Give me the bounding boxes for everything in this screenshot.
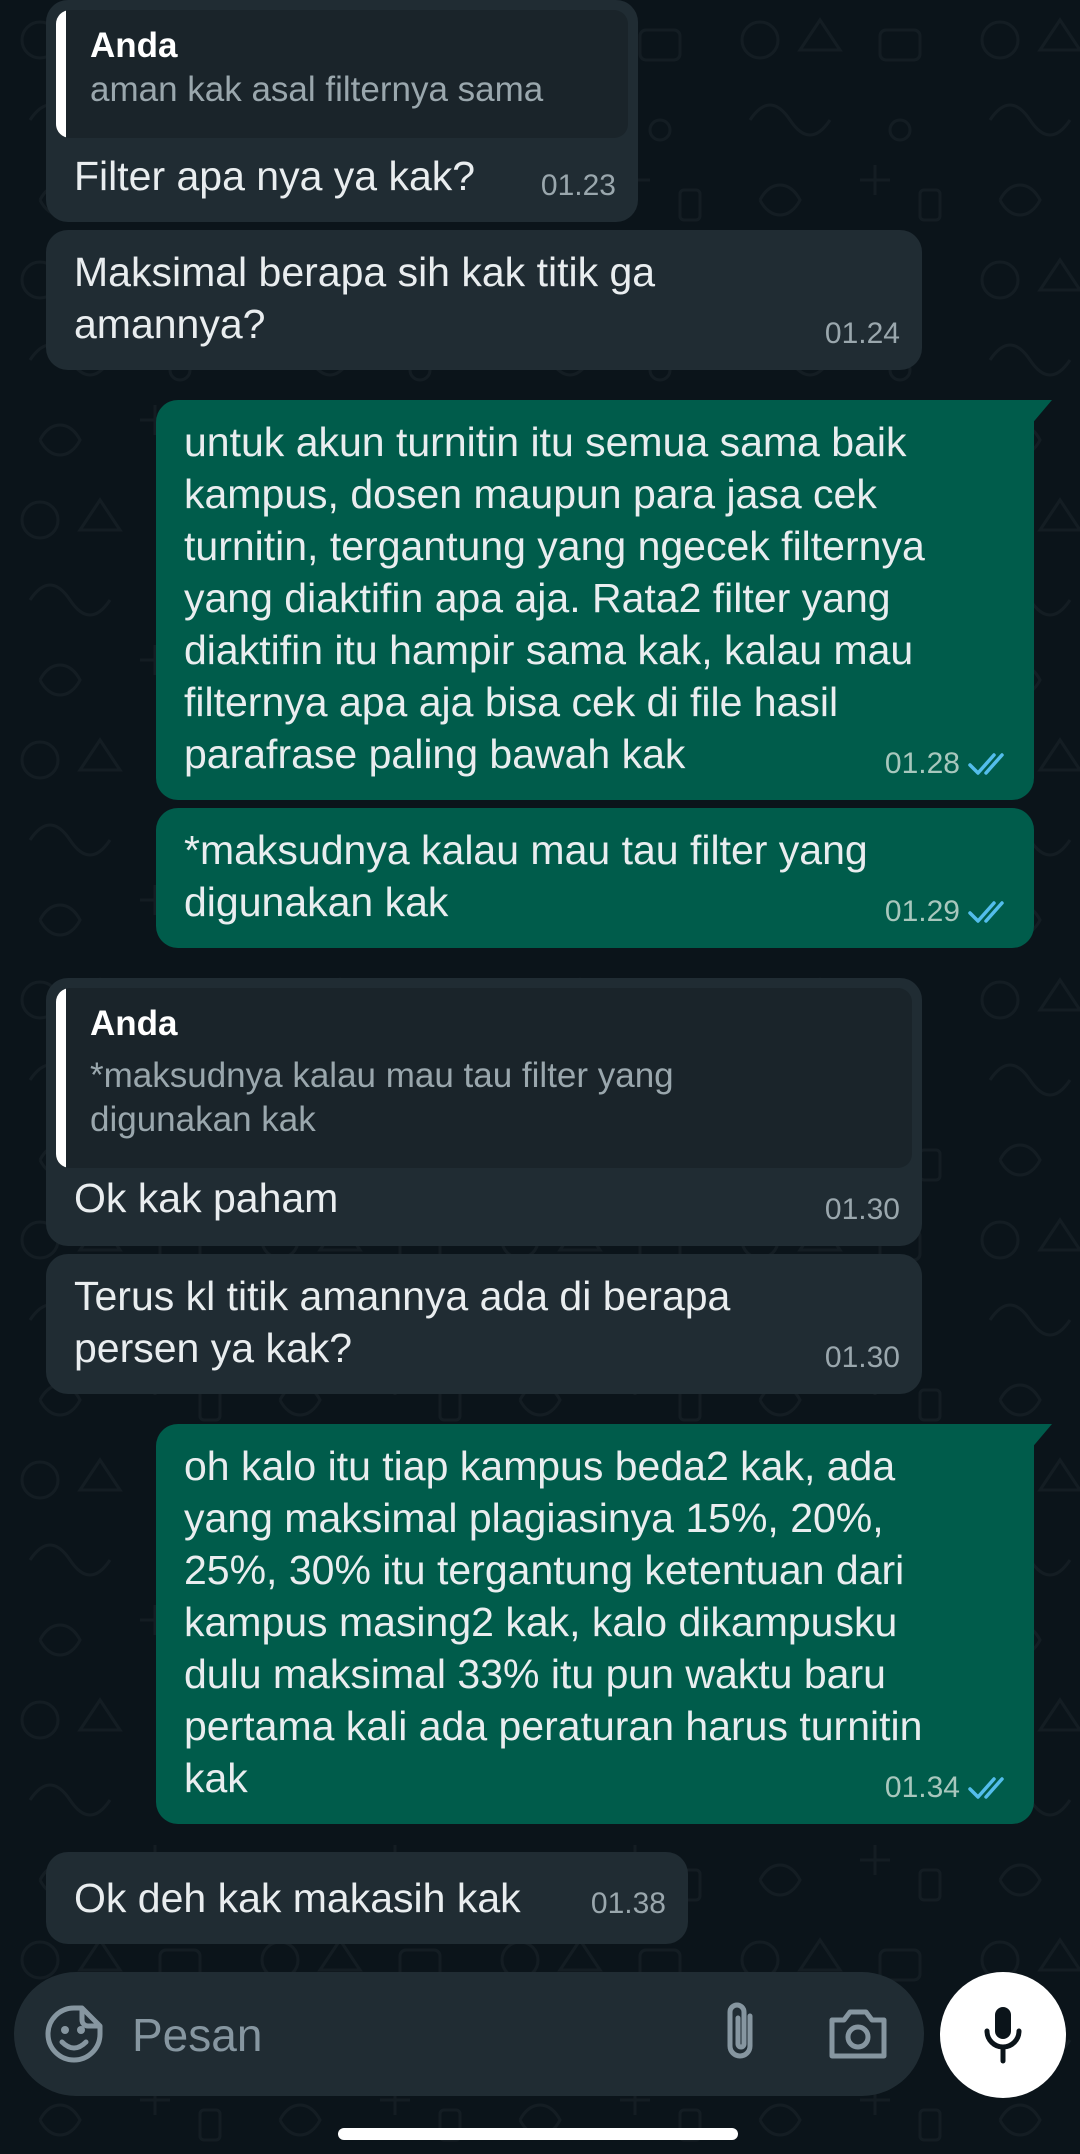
message-meta: 01.34 — [885, 1762, 1012, 1814]
voice-message-button[interactable] — [940, 1972, 1066, 2098]
message-bubble-incoming[interactable]: Terus kl titik amannya ada di berapa per… — [46, 1254, 922, 1394]
message-time: 01.38 — [590, 1887, 666, 1920]
double-check-icon — [968, 753, 1004, 775]
message-meta: 01.38 — [591, 1878, 666, 1930]
message-time: 01.23 — [540, 169, 616, 202]
message-meta: 01.28 — [885, 738, 1012, 790]
emoji-sticker-icon[interactable] — [44, 2004, 104, 2064]
message-time: 01.24 — [824, 317, 900, 350]
quote-text: aman kak asal filternya sama — [90, 70, 544, 109]
message-text: oh kalo itu tiap kampus beda2 kak, ada y… — [184, 1443, 923, 1801]
message-time: 01.30 — [824, 1341, 900, 1374]
bubble-tail — [1030, 400, 1052, 426]
message-bubble-outgoing[interactable]: oh kalo itu tiap kampus beda2 kak, ada y… — [156, 1424, 1052, 1824]
message-meta: 01.23 — [541, 160, 616, 212]
message-text: untuk akun turnitin itu semua sama baik … — [184, 419, 925, 777]
camera-icon[interactable] — [826, 2006, 890, 2062]
message-bubble-outgoing[interactable]: *maksudnya kalau mau tau filter yang dig… — [156, 808, 1034, 948]
conversation[interactable]: Anda aman kak asal filternya sama Filter… — [0, 0, 1080, 1960]
message-input[interactable]: Pesan — [132, 2008, 262, 2062]
message-bubble-outgoing[interactable]: untuk akun turnitin itu semua sama baik … — [156, 400, 1052, 800]
quote-text: *maksudnya kalau mau tau filter yang dig… — [90, 1056, 674, 1139]
attach-icon[interactable] — [720, 2000, 760, 2064]
double-check-icon — [968, 1777, 1004, 1799]
bubble-tail — [1030, 1424, 1052, 1450]
message-meta: 01.30 — [825, 1184, 900, 1236]
message-meta: 01.30 — [825, 1332, 900, 1384]
message-time: 01.34 — [884, 1771, 960, 1804]
message-composer[interactable]: Pesan — [14, 1972, 924, 2096]
gesture-navigation-bar[interactable] — [338, 2128, 738, 2140]
quote-author: Anda — [90, 1004, 178, 1043]
message-meta: 01.24 — [825, 308, 900, 360]
quote-author: Anda — [90, 26, 178, 65]
message-bubble-incoming[interactable]: Maksimal berapa sih kak titik ga amannya… — [46, 230, 922, 370]
message-time: 01.29 — [884, 895, 960, 928]
message-text: Terus kl titik amannya ada di berapa per… — [74, 1273, 731, 1371]
message-text: Ok kak paham — [74, 1175, 339, 1221]
message-time: 01.28 — [884, 747, 960, 780]
message-time: 01.30 — [824, 1193, 900, 1226]
message-bubble-incoming[interactable]: Anda aman kak asal filternya sama Filter… — [46, 0, 638, 222]
message-text: Maksimal berapa sih kak titik ga amannya… — [74, 249, 656, 347]
message-text: Filter apa nya ya kak? — [74, 153, 476, 199]
quote-bar — [56, 10, 66, 138]
mic-icon — [984, 2007, 1022, 2064]
double-check-icon — [968, 901, 1004, 923]
message-text: Ok deh kak makasih kak — [74, 1875, 521, 1921]
quote-bar — [56, 988, 66, 1168]
message-meta: 01.29 — [885, 886, 1012, 938]
quoted-message[interactable]: Anda aman kak asal filternya sama — [56, 10, 628, 138]
message-bubble-incoming[interactable]: Anda *maksudnya kalau mau tau filter yan… — [46, 978, 922, 1246]
message-bubble-incoming[interactable]: Ok deh kak makasih kak 01.38 — [46, 1852, 688, 1944]
message-text: *maksudnya kalau mau tau filter yang dig… — [184, 827, 868, 925]
quoted-message[interactable]: Anda *maksudnya kalau mau tau filter yan… — [56, 988, 912, 1168]
